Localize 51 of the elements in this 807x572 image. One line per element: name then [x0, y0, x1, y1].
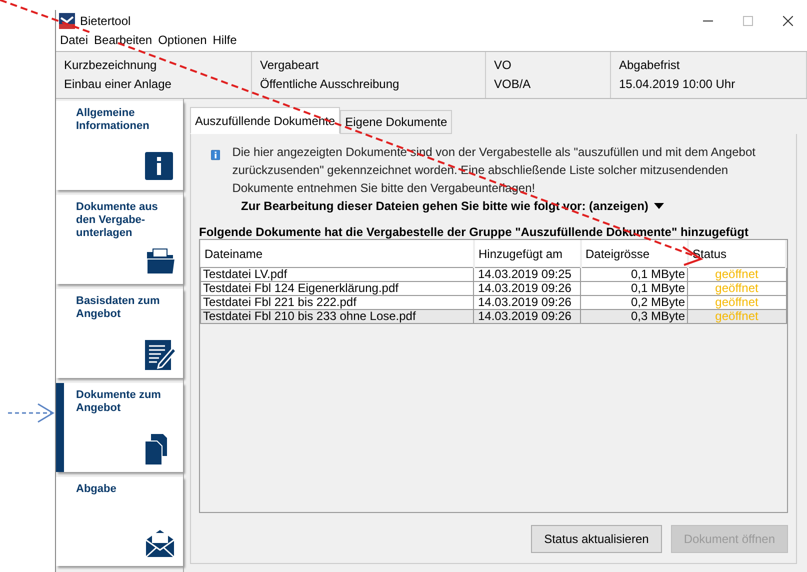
table-cell: 14.03.2019 09:26 [474, 282, 580, 296]
sidebar-item[interactable]: Abgabe [56, 477, 183, 566]
field-label: VO [494, 57, 512, 74]
menu-item[interactable]: Optionen [158, 32, 207, 48]
status-cell: geöffnet [688, 310, 786, 324]
sidebar-item[interactable]: Dokumente zum Angebot [56, 383, 183, 472]
field-label: Abgabefrist [619, 57, 681, 74]
table-cell: 14.03.2019 09:25 [474, 268, 580, 282]
document-pencil-icon [145, 340, 177, 372]
status-cell: geöffnet [688, 282, 786, 296]
table-cell: 0,1 MByte [580, 282, 688, 296]
table-row[interactable]: Testdatei Fbl 124 Eigenerklärung.pdf 14.03.2019 09:26 0,1 MByte geöffnet [200, 282, 786, 296]
menu-item[interactable]: Datei [60, 32, 88, 48]
sidebar-item[interactable]: Dokumente aus den Vergabe-unterlagen [56, 195, 183, 284]
close-icon[interactable] [783, 16, 793, 26]
status-cell: geöffnet [688, 296, 786, 310]
caret-icon [654, 203, 664, 209]
sidebar-item[interactable]: Basisdaten zum Angebot [56, 289, 183, 378]
app-logo-icon [59, 13, 75, 29]
field-value: 15.04.2019 10:00 Uhr [619, 76, 736, 93]
table-row[interactable]: Testdatei Fbl 221 bis 222.pdf 14.03.2019 09:26 0,2 MByte geöffnet [200, 296, 786, 310]
table-row[interactable]: Testdatei LV.pdf 14.03.2019 09:25 0,1 MByte geöffnet [200, 268, 786, 282]
menu-item[interactable]: Bearbeiten [94, 32, 152, 48]
table-cell: Testdatei Fbl 124 Eigenerklärung.pdf [200, 282, 474, 296]
annotation-arrow [8, 403, 54, 423]
field-label: Kurzbezeichnung [64, 57, 158, 74]
column-header[interactable]: Dateiname [200, 240, 474, 268]
table-cell: Testdatei Fbl 210 bis 233 ohne Lose.pdf [200, 310, 474, 324]
menu-item[interactable]: Hilfe [212, 32, 237, 48]
field-value: VOB/A [494, 76, 532, 93]
column-header[interactable]: Hinzugefügt am [474, 240, 580, 268]
column-header[interactable]: Dateigrösse [580, 240, 688, 268]
field-value: Öffentliche Ausschreibung [260, 76, 400, 93]
table-cell: 0,1 MByte [580, 268, 688, 282]
table-cell: Testdatei Fbl 221 bis 222.pdf [200, 296, 474, 310]
field-label: Vergabeart [260, 57, 320, 74]
table-row[interactable]: Testdatei Fbl 210 bis 233 ohne Lose.pdf 14.03.2019 09:26 0,3 MByte geöffnet [200, 310, 786, 324]
tab[interactable]: Auszufüllende Dokumente [190, 107, 340, 134]
envelope-icon [145, 528, 177, 560]
sidebar-item[interactable]: Allgemeine Informationen [56, 101, 183, 190]
table-cell: 14.03.2019 09:26 [474, 296, 580, 310]
table-cell: Testdatei LV.pdf [200, 268, 474, 282]
table-cell: 0,3 MByte [580, 310, 688, 324]
window-title: Bietertool [80, 13, 131, 30]
table-cell: 14.03.2019 09:26 [474, 310, 580, 324]
table-cell: 0,2 MByte [580, 296, 688, 310]
tab[interactable]: Eigene Dokumente [340, 110, 452, 134]
refresh-status-button[interactable]: Status aktualisieren [531, 525, 662, 553]
column-header[interactable]: Status [688, 240, 786, 268]
status-cell: geöffnet [688, 268, 786, 282]
field-value: Einbau einer Anlage [64, 76, 172, 93]
